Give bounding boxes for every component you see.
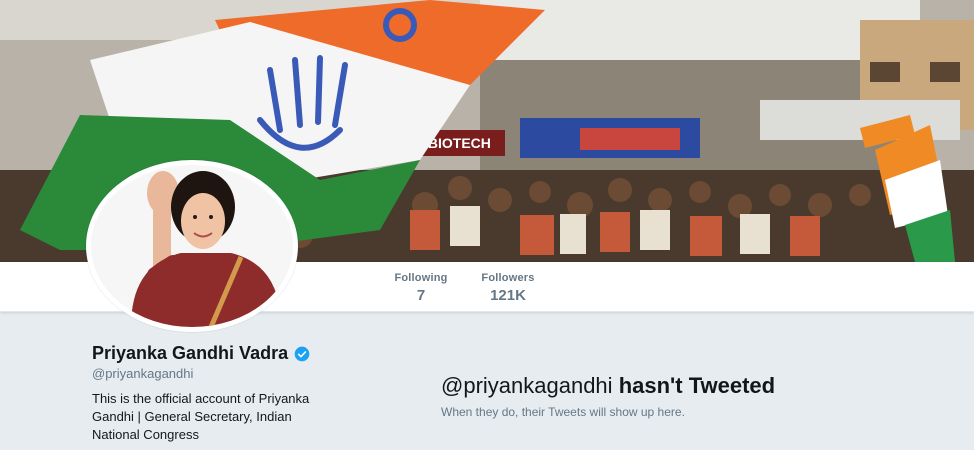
avatar-photo	[91, 165, 293, 327]
followers-stat[interactable]: Followers 121K	[476, 272, 540, 304]
verified-badge-icon	[294, 346, 310, 361]
following-count: 7	[416, 287, 426, 304]
empty-state-handle: @priyankagandhi	[441, 373, 613, 398]
empty-state-title-rest: hasn't Tweeted	[618, 373, 776, 398]
profile-avatar[interactable]	[86, 160, 298, 332]
following-label: Following	[394, 272, 448, 284]
followers-count: 121K	[490, 287, 526, 304]
followers-label: Followers	[481, 272, 535, 284]
profile-handle[interactable]: @priyankagandhi	[92, 366, 193, 381]
profile-bio: This is the official account of Priyanka…	[92, 391, 310, 442]
following-stat[interactable]: Following 7	[390, 272, 452, 304]
empty-state-subtitle: When they do, their Tweets will show up …	[441, 405, 685, 419]
profile-name-text: Priyanka Gandhi Vadra	[92, 343, 289, 363]
profile-name[interactable]: Priyanka Gandhi Vadra	[92, 343, 310, 364]
empty-state-title: @priyankagandhi hasn't Tweeted	[441, 373, 775, 399]
